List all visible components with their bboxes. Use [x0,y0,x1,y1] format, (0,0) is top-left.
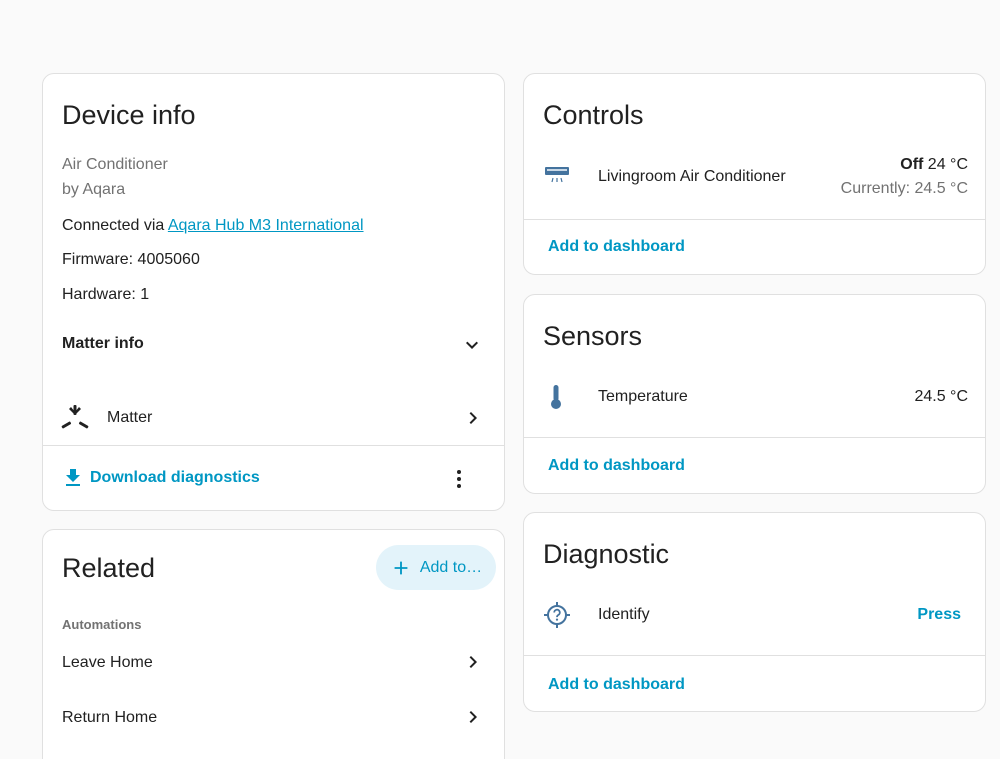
diagnostic-card: Diagnostic Identify Press Add to dashboa… [523,512,986,712]
list-item[interactable]: Return Home [43,697,504,737]
entity-row-identify: Identify Press [524,593,985,637]
air-conditioner-icon [545,167,569,183]
sensor-value: 24.5 °C [914,388,968,405]
automations-section-label: Automations [62,617,142,632]
diagnostic-title: Diagnostic [543,539,670,569]
divider [524,437,985,438]
crosshairs-question-icon [544,602,570,628]
entity-name: Temperature [598,388,688,405]
hub-link[interactable]: Aqara Hub M3 International [168,217,364,234]
thermometer-icon [551,385,561,409]
download-diagnostics-label: Download diagnostics [90,469,260,486]
list-item[interactable]: Leave Home [43,642,504,682]
chevron-right-icon [469,711,477,723]
climate-target: 24 °C [923,156,968,173]
climate-current: Currently: 24.5 °C [840,180,968,197]
entity-name: Livingroom Air Conditioner [598,168,786,185]
divider [524,219,985,220]
entity-name: Identify [598,606,650,623]
automation-label: Return Home [62,709,158,726]
entity-row-climate[interactable]: Livingroom Air Conditioner Off 24 °C Cur… [524,146,985,206]
climate-mode: Off [900,156,924,173]
add-to-dashboard-button[interactable]: Add to dashboard [548,238,685,256]
integration-row-matter[interactable]: Matter [43,394,504,444]
connected-via: Connected via Aqara Hub M3 International [62,217,364,235]
download-icon [66,469,80,486]
add-to-dashboard-button[interactable]: Add to dashboard [548,676,685,694]
controls-card: Controls Livingroom Air Conditioner Off … [523,73,986,275]
chevron-right-icon [469,656,477,668]
related-card: Related Add to… Automations Leave Home R… [42,529,505,759]
chevron-down-icon [466,341,478,349]
download-diagnostics-button[interactable]: Download diagnostics [59,462,299,496]
firmware-version: Firmware: 4005060 [62,251,200,268]
controls-title: Controls [543,100,644,130]
plus-icon [394,561,408,574]
device-manufacturer: by Aqara [62,181,126,198]
divider [43,445,504,446]
add-to-label: Add to… [419,558,483,576]
hardware-version: Hardware: 1 [62,286,150,303]
related-title: Related [62,553,156,583]
divider [524,655,985,656]
integration-label: Matter [107,409,153,426]
sensors-card: Sensors Temperature 24.5 °C Add to dashb… [523,294,986,494]
add-to-dashboard-button[interactable]: Add to dashboard [548,457,685,475]
sensors-title: Sensors [543,321,643,351]
connected-via-prefix: Connected via [62,217,168,234]
device-info-title: Device info [62,100,196,130]
automation-label: Leave Home [62,654,153,671]
climate-state: Off 24 °C [900,156,968,174]
matter-info-expander[interactable]: Matter info [43,319,504,367]
matter-info-label: Matter info [62,335,144,352]
device-info-card: Device info Air Conditioner by Aqara Con… [42,73,505,511]
entity-row-temperature[interactable]: Temperature 24.5 °C [524,375,985,419]
device-model: Air Conditioner [62,156,168,173]
dots-vertical-icon[interactable] [447,467,471,491]
add-to-button[interactable]: Add to… [376,545,496,590]
press-button[interactable]: Press [917,606,961,624]
chevron-right-icon [469,412,477,424]
matter-logo-icon [61,405,89,429]
